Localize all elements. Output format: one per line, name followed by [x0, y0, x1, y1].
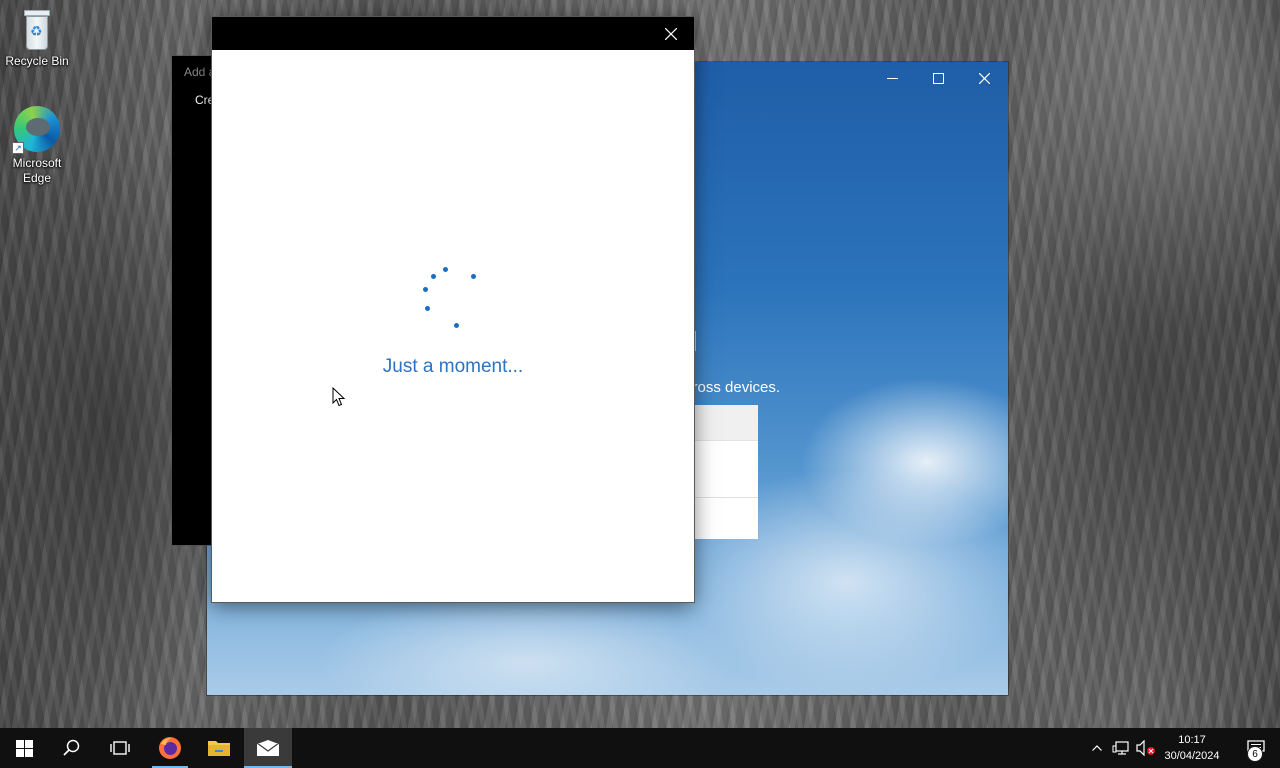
recycle-bin-icon: ♻ — [20, 6, 54, 52]
search-button[interactable] — [48, 728, 96, 768]
mouse-cursor-icon — [332, 386, 346, 412]
clock[interactable]: 10:17 30/04/2024 — [1160, 732, 1224, 764]
desktop-icon-label: Recycle Bin — [5, 54, 69, 68]
close-icon — [978, 72, 990, 84]
windows-start-icon — [15, 739, 33, 757]
taskbar-mail[interactable] — [244, 728, 292, 768]
desktop-icon-label: Microsoft Edge — [12, 156, 62, 185]
clock-time: 10:17 — [1178, 734, 1206, 746]
taskbar-firefox[interactable] — [146, 728, 194, 768]
maximize-icon — [932, 72, 944, 84]
add-account-title: Add a — [184, 65, 216, 79]
search-icon — [63, 739, 80, 756]
loading-text: Just a moment... — [382, 356, 524, 377]
file-explorer-icon — [208, 741, 230, 756]
desktop-icon-recycle-bin[interactable]: ♻ Recycle Bin — [0, 6, 74, 69]
mail-icon — [256, 740, 280, 756]
loading-dialog: Just a moment... — [212, 17, 694, 602]
task-view-button[interactable] — [96, 728, 144, 768]
taskbar: 10:17 30/04/2024 — [0, 728, 1280, 768]
maximize-button[interactable] — [915, 62, 961, 94]
clock-date: 30/04/2024 — [1164, 750, 1220, 762]
start-button[interactable] — [0, 728, 48, 768]
card-row[interactable] — [694, 441, 758, 498]
task-view-icon — [110, 741, 130, 755]
mail-subtitle: cross devices. — [685, 379, 781, 396]
dialog-close-button[interactable] — [648, 17, 694, 50]
card-row[interactable] — [694, 405, 758, 441]
volume-button[interactable] — [1134, 728, 1158, 768]
desktop-icon-microsoft-edge[interactable]: ↗ Microsoft Edge — [0, 104, 74, 186]
chevron-up-icon — [1092, 745, 1102, 751]
minimize-button[interactable] — [869, 62, 915, 94]
close-icon — [665, 27, 677, 40]
close-button[interactable] — [961, 62, 1007, 94]
show-hidden-icons-button[interactable] — [1088, 728, 1106, 768]
firefox-icon — [159, 737, 181, 759]
taskbar-file-explorer[interactable] — [195, 728, 243, 768]
notification-count-badge: 6 — [1247, 746, 1263, 762]
minimize-icon — [886, 77, 898, 79]
dialog-titlebar — [212, 17, 694, 50]
network-button[interactable] — [1110, 728, 1132, 768]
loading-spinner — [420, 267, 480, 333]
volume-muted-icon — [1136, 740, 1155, 756]
network-icon — [1112, 741, 1129, 755]
edge-icon: ↗ — [12, 104, 62, 154]
mail-account-card[interactable] — [694, 405, 758, 539]
